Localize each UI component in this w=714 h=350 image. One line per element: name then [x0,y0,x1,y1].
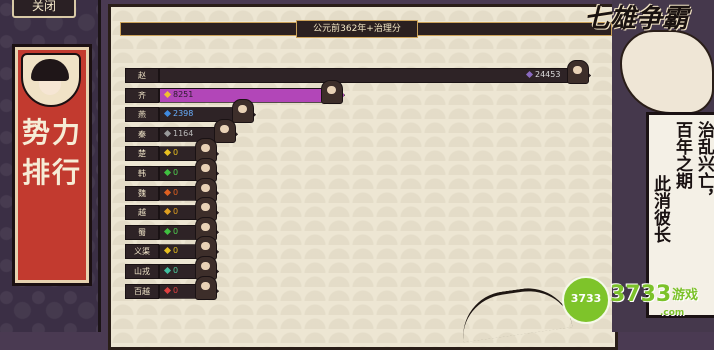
faction-name: 百越 [125,283,159,299]
panel-title: 势力排行 [21,116,82,189]
gem-icon [163,90,172,98]
ranking-banner: 势力排行 [12,44,92,286]
score-value: 1164 [163,127,193,140]
faction-name: 蜀 [125,224,159,240]
gem-icon [525,70,534,79]
watermark: 3733 3733 游戏 .com [562,274,714,328]
gem-icon [163,247,172,255]
ruler-portrait [567,60,589,84]
close-button[interactable]: 关闭 [12,0,76,18]
poem-line: 百年之期 [672,121,692,189]
gem-icon [163,227,172,235]
gem-icon [163,129,172,137]
ruler-portrait [195,275,217,300]
gem-icon [163,168,172,177]
faction-name: 楚 [125,146,159,162]
score-value: 0 [163,205,178,218]
score-value: 8251 [163,88,193,101]
game-logo: 七雄争霸 [584,4,689,34]
watermark-url: .com [660,308,685,318]
gem-icon [163,208,172,216]
poem-line: 此消彼长 [650,175,670,243]
watermark-badge: 3733 [562,276,610,324]
gem-icon [163,266,172,275]
faction-name: 义渠 [125,244,159,260]
score-value: 0 [163,244,178,257]
gem-icon [163,149,172,157]
faction-name: 燕 [125,107,159,123]
watermark-brand: 3733 [610,282,672,307]
gem-icon [163,110,172,118]
score-value: 0 [163,264,178,277]
gem-icon [163,286,172,294]
score-value: 24453 [525,68,560,81]
faction-name: 赵 [125,68,159,83]
score-value: 0 [163,186,178,199]
poem-line: 治乱兴亡， [694,121,714,206]
score-value: 0 [163,284,178,297]
ruler-portrait [321,79,343,104]
avatar [21,53,81,107]
ruler-portrait [232,99,254,124]
score-value: 0 [163,146,178,159]
score-value: 0 [163,225,178,238]
faction-name: 韩 [125,166,159,181]
faction-name: 魏 [125,185,159,201]
watermark-sub: 游戏 [672,288,699,303]
gem-icon [163,188,172,196]
left-panel: 关闭 势力排行 [0,0,101,332]
score-value: 0 [163,166,178,179]
faction-name: 齐 [125,87,159,103]
faction-name: 秦 [125,126,159,142]
ruler-portrait [214,118,236,143]
faction-name: 山戎 [125,264,159,279]
header-title: 公元前362年+治理分 [296,20,418,38]
score-value: 2398 [163,107,193,120]
faction-name: 越 [125,205,159,221]
